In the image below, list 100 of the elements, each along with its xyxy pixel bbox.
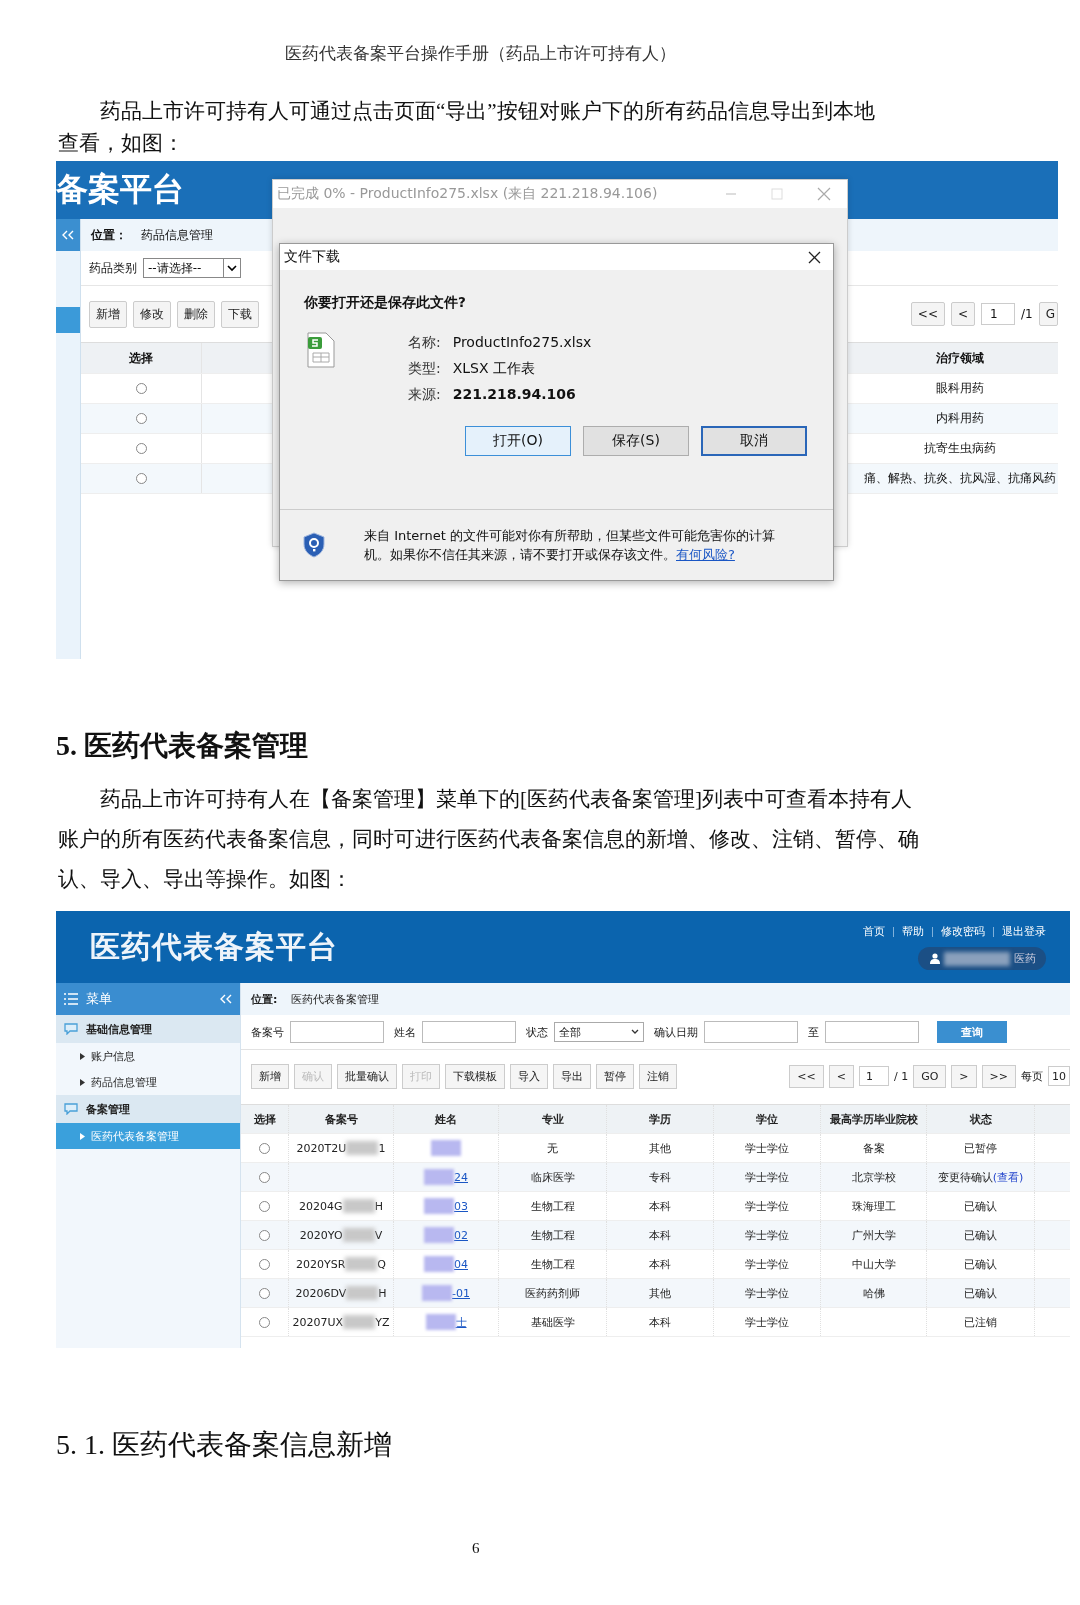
table-cell: 已确认 bbox=[964, 1256, 997, 1272]
table-cell: YZ bbox=[375, 1315, 390, 1329]
table-cell: 学士学位 bbox=[714, 1221, 821, 1249]
radio-button[interactable] bbox=[259, 1229, 270, 1241]
location-text: 药品信息管理 bbox=[141, 226, 213, 244]
table-cell: 学士学位 bbox=[714, 1134, 821, 1162]
toolbar-button[interactable]: 修改 bbox=[133, 300, 171, 328]
radio-button[interactable] bbox=[259, 1316, 270, 1328]
name-link[interactable]: -01 bbox=[452, 1286, 470, 1300]
menu-icon[interactable] bbox=[64, 993, 78, 1005]
risk-link[interactable]: 有何风险? bbox=[676, 547, 735, 562]
table-cell: 变更待确认 bbox=[937, 1169, 993, 1185]
collapse-icon[interactable] bbox=[62, 230, 74, 240]
radio-button[interactable] bbox=[259, 1171, 270, 1183]
header-link[interactable]: 退出登录 bbox=[1002, 924, 1046, 939]
menu-item[interactable]: 账户信息 bbox=[56, 1043, 240, 1069]
name-link[interactable]: 士 bbox=[455, 1314, 467, 1330]
radio-button[interactable] bbox=[135, 473, 147, 484]
spreadsheet-file-icon bbox=[306, 332, 336, 368]
radio-button[interactable] bbox=[135, 413, 147, 424]
column-header: 最高学历毕业院校 bbox=[821, 1105, 927, 1133]
toolbar-button[interactable]: 导出 bbox=[553, 1063, 591, 1089]
table-cell: H bbox=[378, 1286, 387, 1300]
table-cell: 20204G bbox=[299, 1199, 343, 1213]
table-cell: 学士学位 bbox=[714, 1308, 821, 1336]
go-button[interactable]: G bbox=[1038, 302, 1058, 326]
input-field[interactable] bbox=[825, 1021, 919, 1043]
redaction-mark bbox=[424, 1198, 454, 1214]
input-field[interactable] bbox=[290, 1021, 384, 1043]
dialog-button[interactable]: 打开(O) bbox=[465, 426, 571, 456]
table-cell: 专科 bbox=[607, 1163, 714, 1191]
header-link[interactable]: 修改密码 bbox=[941, 924, 985, 939]
toolbar-button[interactable]: 下载 bbox=[221, 300, 259, 328]
redaction-mark bbox=[346, 1286, 379, 1300]
table-cell: V bbox=[374, 1228, 383, 1242]
view-link[interactable]: (查看) bbox=[992, 1169, 1024, 1185]
toolbar-button[interactable]: 导入 bbox=[510, 1063, 548, 1089]
radio-button[interactable] bbox=[135, 383, 147, 394]
menu-group[interactable]: 基础信息管理 bbox=[56, 1015, 240, 1043]
table-cell: 学士学位 bbox=[714, 1163, 821, 1191]
table-cell: 已确认 bbox=[964, 1285, 997, 1301]
status-select[interactable]: 全部 bbox=[554, 1022, 644, 1042]
triangle-icon bbox=[80, 1078, 85, 1086]
input-field[interactable] bbox=[704, 1021, 798, 1043]
warning-text: 来自 Internet 的文件可能对你有所帮助，但某些文件可能危害你的计算机。如果你不信任其来源，请不要打开或保存该文件。有何风险? bbox=[364, 527, 776, 564]
field-value: 221.218.94.106 bbox=[452, 386, 576, 404]
table-cell: 其他 bbox=[607, 1134, 714, 1162]
toolbar-button[interactable]: 新增 bbox=[251, 1063, 289, 1089]
column-header: 专业 bbox=[499, 1105, 607, 1133]
table-cell: 已暂停 bbox=[964, 1140, 997, 1156]
radio-button[interactable] bbox=[259, 1142, 270, 1154]
input-field[interactable] bbox=[422, 1021, 516, 1043]
per-page-field[interactable]: 10 bbox=[1048, 1066, 1070, 1086]
name-link[interactable]: 24 bbox=[454, 1170, 468, 1184]
radio-button[interactable] bbox=[135, 443, 147, 454]
header-link[interactable]: 首页 bbox=[863, 924, 885, 939]
table-cell: 其他 bbox=[607, 1279, 714, 1307]
field-value: ProductInfo275.xlsx bbox=[452, 334, 592, 352]
table-cell: 生物工程 bbox=[499, 1221, 607, 1249]
previous-page-button[interactable]: < bbox=[950, 302, 975, 326]
previous-page-button[interactable]: < bbox=[828, 1064, 854, 1088]
toolbar-button[interactable]: 下载模板 bbox=[445, 1063, 505, 1089]
field-label: 名称: bbox=[408, 334, 441, 352]
name-link[interactable]: 04 bbox=[454, 1257, 468, 1271]
table-cell: 2020YSR bbox=[296, 1257, 346, 1271]
radio-button[interactable] bbox=[259, 1287, 270, 1299]
field-label: 类型: bbox=[408, 360, 441, 378]
table-cell: 2020YO bbox=[299, 1228, 343, 1242]
toolbar-button[interactable]: 删除 bbox=[177, 300, 215, 328]
radio-button[interactable] bbox=[259, 1200, 270, 1212]
table-cell: 临床医学 bbox=[499, 1163, 607, 1191]
collapse-icon[interactable] bbox=[220, 994, 232, 1004]
page-field[interactable]: 1 bbox=[858, 1066, 889, 1086]
redaction-mark bbox=[345, 1257, 378, 1271]
subsection-heading: 5. 1. 医药代表备案信息新增 bbox=[56, 1428, 393, 1462]
table-cell: 已确认 bbox=[964, 1227, 997, 1243]
dialog-button[interactable]: 取消 bbox=[701, 426, 807, 456]
close-icon[interactable] bbox=[808, 250, 821, 264]
toolbar-button[interactable]: 暂停 bbox=[596, 1063, 634, 1089]
toolbar-button[interactable]: 新增 bbox=[89, 300, 127, 328]
toolbar-button[interactable]: 注销 bbox=[639, 1063, 677, 1089]
app-title: 医药代表备案平台 bbox=[90, 927, 338, 966]
dialog-button[interactable]: 保存(S) bbox=[583, 426, 689, 456]
name-link[interactable]: 03 bbox=[454, 1199, 468, 1213]
toolbar-button[interactable]: 批量确认 bbox=[337, 1063, 397, 1089]
first-page-button[interactable]: << bbox=[789, 1064, 824, 1088]
next-page-button[interactable]: > bbox=[951, 1064, 977, 1088]
radio-button[interactable] bbox=[259, 1258, 270, 1270]
first-page-button[interactable]: << bbox=[910, 302, 945, 326]
page-field[interactable]: 1 bbox=[981, 303, 1015, 325]
menu-title: 菜单 bbox=[86, 990, 112, 1008]
redaction-mark bbox=[343, 1315, 376, 1329]
name-link[interactable]: 02 bbox=[454, 1228, 468, 1242]
header-link[interactable]: 帮助 bbox=[902, 924, 924, 939]
go-button[interactable]: GO bbox=[913, 1064, 947, 1088]
last-page-button[interactable]: >> bbox=[981, 1064, 1016, 1088]
chat-icon bbox=[64, 1103, 78, 1115]
menu-item[interactable]: 药品信息管理 bbox=[56, 1069, 240, 1095]
menu-group[interactable]: 备案管理 bbox=[56, 1095, 240, 1123]
category-select[interactable]: --请选择-- bbox=[143, 258, 241, 278]
